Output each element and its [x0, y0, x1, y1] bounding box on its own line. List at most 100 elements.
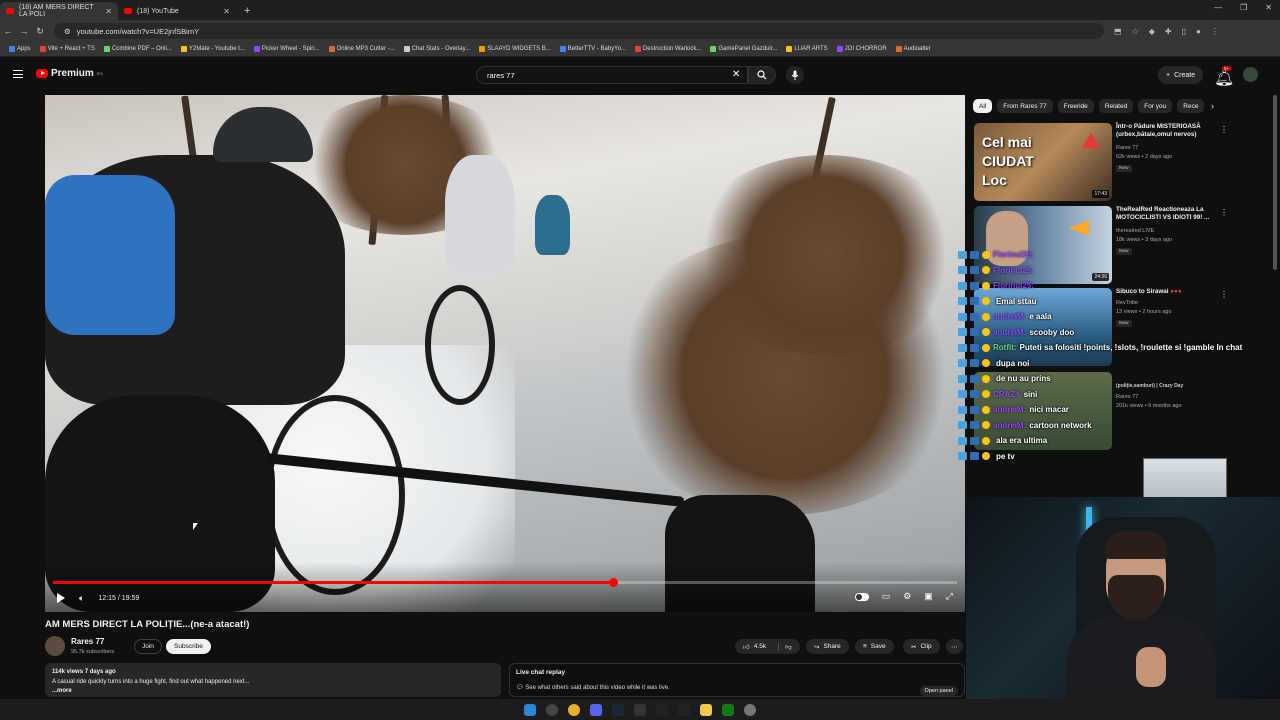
- join-button[interactable]: Join: [134, 639, 162, 654]
- bookmark-item[interactable]: GamePanel Gazduir...: [707, 46, 780, 52]
- new-tab-button[interactable]: +: [236, 5, 258, 20]
- fullscreen-icon[interactable]: ⤢: [946, 591, 953, 602]
- autoplay-toggle[interactable]: [854, 593, 869, 601]
- chevron-right-icon[interactable]: ›: [1211, 101, 1214, 111]
- rec-channel[interactable]: therealred LIVE: [1116, 228, 1154, 234]
- youtube-premium-logo[interactable]: Premium RO: [36, 68, 103, 79]
- chip-all[interactable]: All: [973, 99, 993, 113]
- chip-from-rares-77[interactable]: From Rares 77: [997, 99, 1053, 113]
- subscribe-button[interactable]: Subscribe: [166, 639, 211, 654]
- close-icon[interactable]: ✕: [223, 7, 230, 16]
- save-button[interactable]: ≡ Save: [855, 639, 894, 654]
- bookmark-item[interactable]: Picker Wheel - Spin...: [251, 46, 323, 52]
- bookmark-item[interactable]: JOI CHORROR: [834, 46, 890, 52]
- chat-badge-icon: [958, 390, 967, 398]
- bookmark-item[interactable]: LUAR ARTS: [783, 46, 830, 52]
- search-button[interactable]: [748, 66, 776, 84]
- install-icon[interactable]: ⬒: [1114, 27, 1122, 36]
- file-explorer-icon[interactable]: [700, 703, 712, 716]
- open-panel-button[interactable]: Open panel: [919, 686, 958, 696]
- rec-title[interactable]: Într-o Pădure MISTERIOASĂ (urbex,bătaie,…: [1116, 123, 1216, 139]
- progress-bar[interactable]: [53, 578, 957, 587]
- profile-icon[interactable]: ●: [1196, 27, 1201, 36]
- subtitles-icon[interactable]: ▭: [882, 591, 891, 602]
- close-icon[interactable]: ✕: [105, 7, 112, 16]
- steam-icon[interactable]: [612, 703, 624, 716]
- bookmark-item[interactable]: Destruction Warlock...: [632, 46, 704, 52]
- like-count[interactable]: 4.5k: [754, 643, 766, 650]
- more-link[interactable]: ...more: [52, 687, 494, 697]
- video-title: AM MERS DIRECT LA POLIȚIE...(ne-a atacat…: [45, 619, 250, 630]
- settings-gear-icon[interactable]: ⚙: [903, 591, 911, 602]
- menu-dots-icon[interactable]: ⋮: [1211, 27, 1219, 36]
- obs-icon[interactable]: [744, 703, 756, 716]
- bookmark-label: SLAAYD WIDGETS B...: [487, 46, 551, 52]
- browser-tab-video[interactable]: (18) AM MERS DIRECT LA POLI ✕: [0, 2, 118, 20]
- minimize-icon[interactable]: —: [1214, 3, 1222, 12]
- discord-icon[interactable]: [590, 703, 602, 716]
- extension-icon[interactable]: ◆: [1149, 27, 1155, 36]
- rec-channel[interactable]: Rares 77: [1116, 145, 1138, 151]
- menu-hamburger-icon[interactable]: [13, 70, 23, 78]
- rec-title[interactable]: TheRealRed Reactioneaza La MOTOCICLISTI …: [1116, 206, 1216, 222]
- miniplayer-icon[interactable]: ▣: [924, 591, 933, 602]
- channel-name[interactable]: Rares 77: [71, 637, 104, 646]
- clear-search-icon[interactable]: ✕: [732, 69, 740, 80]
- more-options-icon[interactable]: ⋮: [1220, 208, 1228, 217]
- site-info-icon[interactable]: ⚙: [64, 27, 71, 36]
- like-icon[interactable]: 👍︎: [743, 643, 750, 651]
- volume-icon[interactable]: 🔈︎: [79, 593, 84, 604]
- back-icon[interactable]: ←: [0, 26, 16, 36]
- bookmark-item[interactable]: Chat Stats - Overlay...: [401, 46, 474, 52]
- chrome-icon[interactable]: [568, 703, 580, 716]
- xbox-icon[interactable]: [722, 703, 734, 716]
- chat-username: andreiM:: [993, 420, 1027, 430]
- sidepanel-icon[interactable]: ▯: [1182, 27, 1186, 36]
- chat-badge-icon: [958, 328, 967, 336]
- bookmark-item[interactable]: Apps: [6, 46, 34, 52]
- more-actions-button[interactable]: ⋯: [946, 639, 963, 654]
- account-avatar[interactable]: [1243, 67, 1258, 82]
- app-icon[interactable]: [678, 703, 690, 716]
- bookmark-item[interactable]: BetterTTV - BabyYo...: [557, 46, 629, 52]
- chip-related[interactable]: Related: [1098, 99, 1134, 113]
- bookmark-item[interactable]: Vite + React + TS: [37, 46, 98, 52]
- bookmark-item[interactable]: Online MP3 Cutter -...: [326, 46, 398, 52]
- bookmark-item[interactable]: Combine PDF – Onli...: [101, 46, 175, 52]
- channel-avatar[interactable]: [45, 636, 65, 656]
- bookmark-item[interactable]: Audioalter: [893, 46, 934, 52]
- maximize-icon[interactable]: ❐: [1240, 3, 1247, 12]
- search-input[interactable]: rares 77: [476, 66, 748, 84]
- search-taskbar-icon[interactable]: [546, 703, 558, 716]
- create-button[interactable]: + Create: [1158, 66, 1204, 84]
- dislike-icon[interactable]: 👎︎: [778, 642, 792, 651]
- windows-start-icon[interactable]: [524, 703, 536, 716]
- app-icon[interactable]: [656, 703, 668, 716]
- tab-label: (18) AM MERS DIRECT LA POLI: [19, 4, 94, 18]
- chip-for-you[interactable]: For you: [1138, 99, 1173, 113]
- voice-search-button[interactable]: [786, 66, 804, 84]
- close-window-icon[interactable]: ✕: [1265, 3, 1272, 12]
- clip-button[interactable]: ✂ Clip: [903, 639, 940, 654]
- chip-freeride[interactable]: Freeride: [1057, 99, 1094, 113]
- share-button[interactable]: ↪ Share: [806, 639, 849, 654]
- bookmark-item[interactable]: SLAAYD WIDGETS B...: [476, 46, 554, 52]
- browser-tab-youtube[interactable]: (18) YouTube ✕: [118, 2, 236, 20]
- chat-badge-icon: [982, 359, 990, 367]
- notifications-bell-icon[interactable]: 🔔︎: [1214, 68, 1234, 88]
- video-thumbnail[interactable]: Cel mai CIUDAT Loc 17:43: [974, 123, 1112, 201]
- puzzle-icon[interactable]: ✚: [1165, 27, 1172, 36]
- description-box[interactable]: 114k views 7 days ago A casual ride quic…: [45, 663, 501, 697]
- chip-rece[interactable]: Rece: [1177, 99, 1205, 113]
- video-player[interactable]: 🔈︎ 12:15 / 19:59 ▭ ⚙ ▣ ⤢: [45, 95, 965, 612]
- bookmark-star-icon[interactable]: ☆: [1132, 27, 1139, 36]
- bookmark-item[interactable]: Y2Mate - Youtube t...: [178, 46, 248, 52]
- app-icon[interactable]: [634, 703, 646, 716]
- play-icon[interactable]: [57, 593, 65, 603]
- recommendation-item[interactable]: Cel mai CIUDAT Loc 17:43 Într-o Pădure M…: [974, 123, 1274, 201]
- sidebar-scrollbar[interactable]: [1273, 95, 1277, 270]
- more-options-icon[interactable]: ⋮: [1220, 125, 1228, 134]
- forward-icon[interactable]: →: [16, 26, 32, 36]
- address-bar[interactable]: ⚙ youtube.com/watch?v=UE2jnfSBimY: [54, 23, 1104, 39]
- reload-icon[interactable]: ↻: [32, 26, 48, 37]
